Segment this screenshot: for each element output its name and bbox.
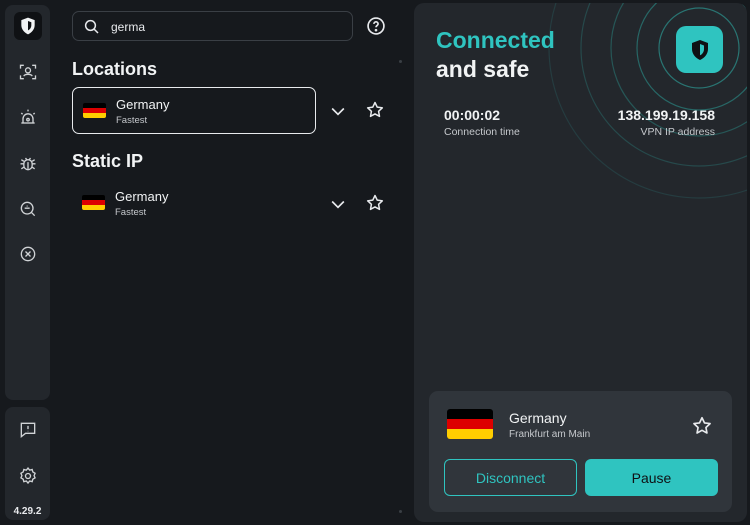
vpn-ip-value: 138.199.19.158 <box>617 107 715 123</box>
connection-time-value: 00:00:02 <box>444 107 501 123</box>
expand-chevron-icon[interactable] <box>327 100 349 122</box>
search-scan-icon[interactable] <box>14 195 42 223</box>
gear-icon[interactable] <box>14 462 42 490</box>
scrollbar-marker <box>399 60 402 63</box>
user-scan-icon[interactable] <box>14 58 42 86</box>
vpn-ip-label: VPN IP address <box>640 126 715 138</box>
favorite-star-icon[interactable] <box>691 415 713 437</box>
sidebar-nav <box>5 5 50 400</box>
germany-flag-icon <box>447 409 493 439</box>
search-box <box>72 11 353 41</box>
location-sub: Fastest <box>116 115 148 126</box>
connection-time-label: Connection time <box>444 126 520 138</box>
bug-icon[interactable] <box>14 149 42 177</box>
protection-shield-icon <box>676 26 723 73</box>
pause-button[interactable]: Pause <box>585 459 718 496</box>
server-country: Germany <box>509 410 567 426</box>
current-server-card: Germany Frankfurt am Main Disconnect Pau… <box>429 391 732 512</box>
search-icon <box>84 19 99 34</box>
disconnect-button[interactable]: Disconnect <box>444 459 577 496</box>
locations-heading: Locations <box>72 59 158 79</box>
server-city: Frankfurt am Main <box>509 429 591 440</box>
location-sub: Fastest <box>115 207 147 218</box>
status-title: Connected <box>436 27 555 53</box>
location-name: Germany <box>115 189 169 204</box>
location-name: Germany <box>116 97 170 112</box>
sidebar-footer: 4.29.2 <box>5 407 50 520</box>
static-ip-heading: Static IP <box>72 151 144 171</box>
favorite-star-icon[interactable] <box>364 192 386 214</box>
help-icon[interactable] <box>366 16 386 36</box>
search-input[interactable] <box>111 17 341 37</box>
location-row-germany[interactable]: Germany Fastest <box>72 87 316 134</box>
connection-panel: Connected and safe 00:00:02 Connection t… <box>414 3 747 522</box>
static-ip-row-germany[interactable]: Germany Fastest <box>72 180 316 227</box>
germany-flag-icon <box>83 103 106 118</box>
germany-flag-icon <box>82 195 105 210</box>
app-version: 4.29.2 <box>13 506 42 517</box>
status-subtitle: and safe <box>436 56 530 82</box>
favorite-star-icon[interactable] <box>364 99 386 121</box>
blocked-icon[interactable] <box>14 240 42 268</box>
scrollbar-marker <box>399 510 402 513</box>
expand-chevron-icon[interactable] <box>327 193 349 215</box>
vpn-shield-icon[interactable] <box>14 12 42 40</box>
feedback-icon[interactable] <box>14 416 42 444</box>
alarm-icon[interactable] <box>14 104 42 132</box>
